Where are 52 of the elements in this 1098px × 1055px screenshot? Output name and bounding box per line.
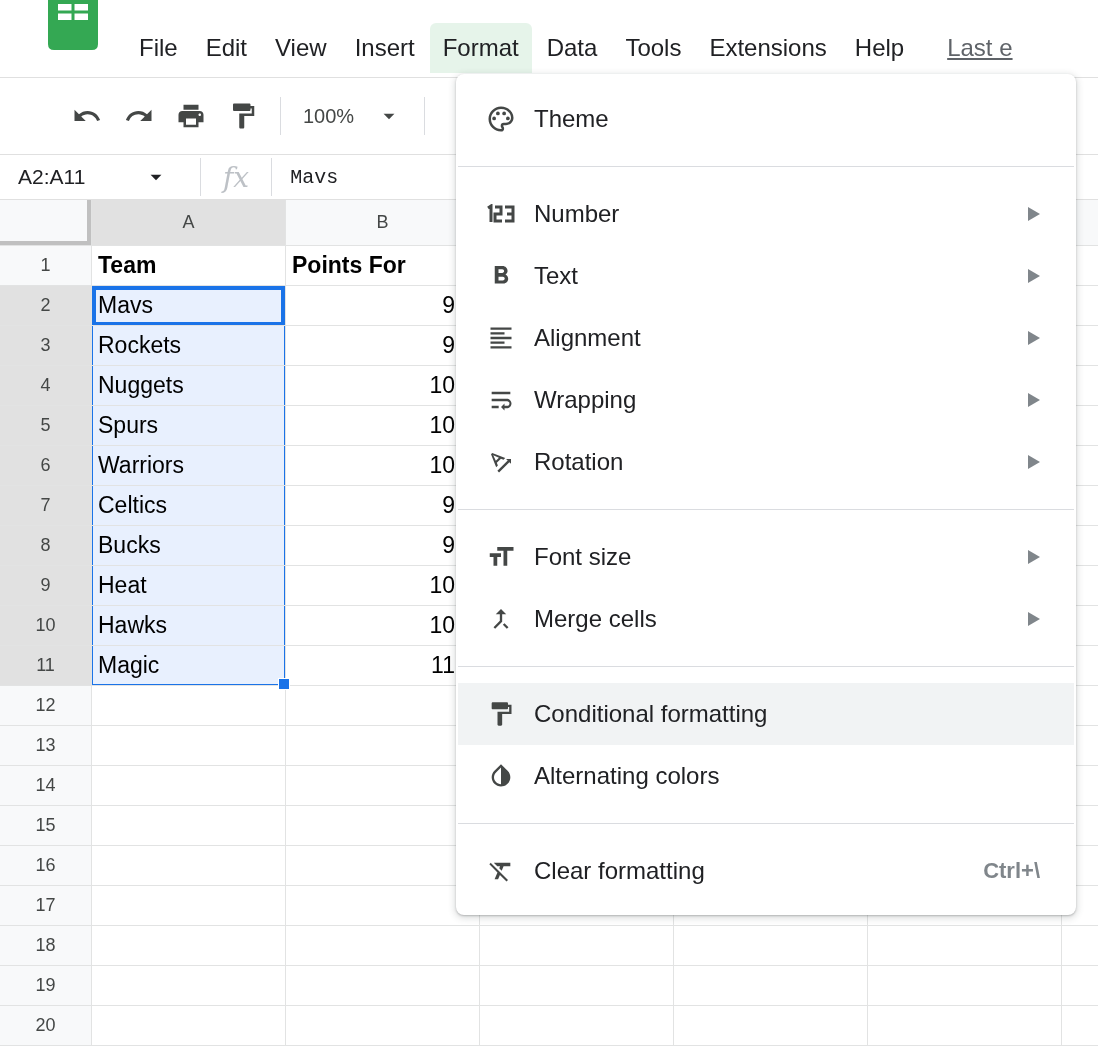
last-edit-link[interactable]: Last e: [947, 23, 1013, 73]
table-cell: Celtics: [92, 486, 285, 525]
menu-item[interactable]: Data: [533, 23, 611, 73]
table-cell: [1062, 926, 1098, 965]
table-cell: Rockets: [92, 326, 285, 365]
submenu-arrow-icon: [1028, 455, 1040, 469]
row-header[interactable]: 15: [0, 806, 91, 845]
menu-item[interactable]: Tools: [612, 23, 695, 73]
row-header[interactable]: 14: [0, 766, 91, 805]
submenu-arrow-icon: [1028, 269, 1040, 283]
menu-item[interactable]: Insert: [341, 23, 428, 73]
formula-input[interactable]: Mavs: [272, 165, 339, 189]
row-header[interactable]: 12: [0, 686, 91, 725]
row-header[interactable]: 13: [0, 726, 91, 765]
row-header[interactable]: 18: [0, 926, 91, 965]
row-header[interactable]: 17: [0, 886, 91, 925]
palette-icon: [486, 104, 516, 134]
table-cell: [1062, 966, 1098, 1005]
shortcut-hint: Ctrl+\: [983, 858, 1040, 884]
row-header[interactable]: 20: [0, 1006, 91, 1045]
row-header[interactable]: 1: [0, 246, 91, 285]
menu-item[interactable]: Edit: [192, 23, 261, 73]
name-box[interactable]: A2:A11: [18, 165, 86, 189]
row-header[interactable]: 19: [0, 966, 91, 1005]
table-cell: Hawks: [92, 606, 285, 645]
number-format-icon: [486, 204, 516, 224]
menu-item[interactable]: Conditional formatting: [458, 683, 1074, 745]
menu-item[interactable]: Help: [841, 23, 918, 73]
menu-item[interactable]: Alternating colors: [458, 745, 1074, 807]
menu-item[interactable]: View: [262, 23, 340, 73]
table-cell: Nuggets: [92, 366, 285, 405]
table-cell: Spurs: [92, 406, 285, 445]
submenu-arrow-icon: [1028, 612, 1040, 626]
zoom-select[interactable]: 100%: [303, 104, 355, 128]
table-cell: Mavs: [92, 286, 285, 325]
submenu-arrow-icon: [1028, 331, 1040, 345]
menu-item[interactable]: Format: [429, 23, 532, 73]
table-cell: Bucks: [92, 526, 285, 565]
table-cell: Heat: [92, 566, 285, 605]
menu-item[interactable]: File: [126, 23, 191, 73]
fill-handle[interactable]: [278, 678, 290, 690]
spreadsheet-logo-icon[interactable]: [48, 0, 98, 50]
row-header[interactable]: 16: [0, 846, 91, 885]
submenu-arrow-icon: [1028, 550, 1040, 564]
submenu-arrow-icon: [1028, 207, 1040, 221]
table-cell: Warriors: [92, 446, 285, 485]
table-cell: Team: [92, 246, 285, 285]
menu-item[interactable]: Clear formatting Ctrl+\: [458, 840, 1074, 902]
menu-item[interactable]: Theme: [458, 88, 1074, 150]
function-label: fx: [220, 160, 251, 194]
submenu-arrow-icon: [1028, 393, 1040, 407]
menu-item[interactable]: Extensions: [696, 23, 840, 73]
